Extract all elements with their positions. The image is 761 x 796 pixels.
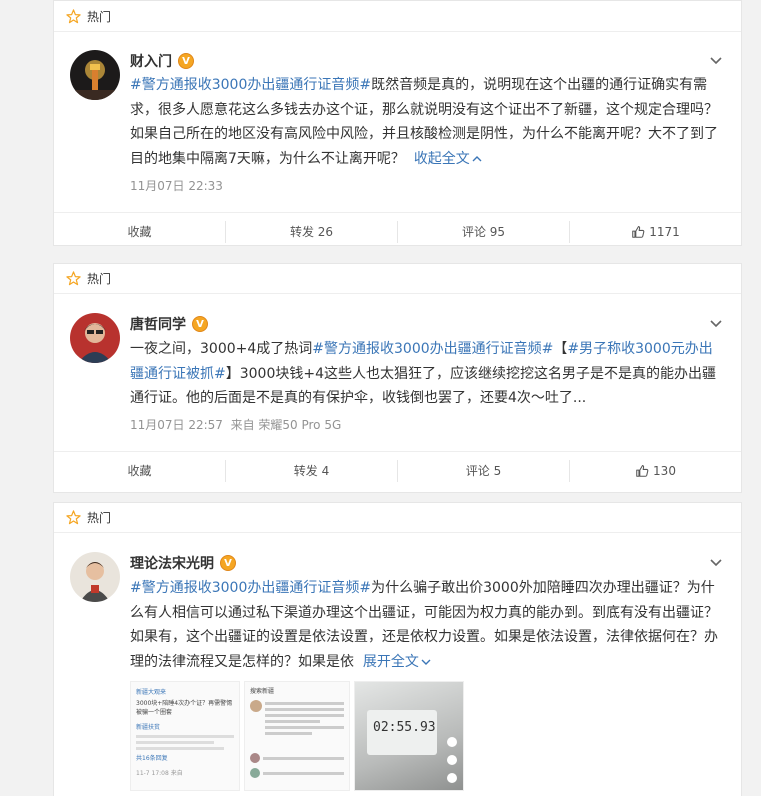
hot-label: 热门: [87, 272, 112, 286]
hot-header: 热门: [54, 503, 741, 533]
expand-text-link[interactable]: 展开全文: [363, 654, 431, 670]
hot-label: 热门: [87, 9, 112, 24]
topic-tag-link[interactable]: #警方通报收3000办出疆通行证音频#: [130, 580, 371, 596]
like-count: 130: [653, 463, 676, 478]
post-body: #警方通报收3000办出疆通行证音频#为什么骗子敢出价3000外加陪睡四次办理出…: [130, 576, 725, 674]
post-body: #警方通报收3000办出疆通行证音频#既然音频是真的，说明现在这个出疆的通行证确…: [130, 73, 725, 171]
like-button[interactable]: 130: [569, 459, 741, 482]
thumb-user: 新疆扶贫: [136, 724, 161, 731]
like-button[interactable]: 1171: [569, 220, 741, 243]
thumb-date: 11-7 17:08 来自: [136, 770, 183, 777]
comment-button[interactable]: 评论 95: [397, 220, 569, 243]
post-card: 热门 理论法宋光明 V #警方通报收3000办出疆通行证音频#为什么骗子敢出价3…: [53, 502, 742, 796]
expand-label[interactable]: 展开全文: [363, 654, 419, 670]
like-count: 1171: [649, 224, 680, 239]
post-card: 热门 财入门 V #警方通报收3000办出疆通行证音频#既然音频是真的，说明现在…: [53, 0, 742, 246]
collect-button[interactable]: 收藏: [54, 221, 225, 243]
post-time[interactable]: 11月07日 22:57: [130, 418, 223, 432]
comment-label: 评论 95: [461, 225, 506, 239]
hot-header: 热门: [54, 264, 741, 294]
hot-icon: [66, 510, 81, 525]
collapse-text-link[interactable]: 收起全文: [414, 151, 482, 167]
topic-tag-link[interactable]: #警方通报收3000办出疆通行证音频#: [130, 77, 371, 93]
repost-button[interactable]: 转发 4: [225, 459, 397, 482]
post-meta: 11月07日 22:33: [130, 177, 223, 194]
repost-button[interactable]: 转发 26: [225, 220, 397, 243]
repost-label: 转发 4: [293, 464, 330, 478]
thumb-title: 搜索新疆: [250, 688, 275, 695]
post-text-prefix: 一夜之间，3000+4成了热词: [130, 341, 313, 357]
verified-badge-icon: V: [192, 316, 208, 332]
collect-label: 收藏: [127, 464, 152, 478]
thumb-more: 共16条回复: [136, 755, 168, 762]
verified-badge-icon: V: [178, 53, 194, 69]
thumb-title: 新疆大观来: [136, 689, 167, 696]
post-body: 一夜之间，3000+4成了热词#警方通报收3000办出疆通行证音频#【#男子称收…: [130, 337, 725, 411]
comment-button[interactable]: 评论 5: [397, 459, 569, 482]
action-bar: 收藏 转发 26 评论 95 1171: [54, 212, 741, 250]
bracket-text: 【: [553, 341, 568, 357]
chevron-down-icon: [421, 659, 431, 665]
thumb-text: 3000块+陪睡4次办个证？再需警惕被骗一个圈套: [136, 700, 233, 716]
avatar[interactable]: [70, 313, 120, 363]
hot-header: 热门: [54, 1, 741, 32]
hot-label: 热门: [87, 511, 112, 525]
author-name-text[interactable]: 财入门: [130, 51, 172, 71]
post-card: 热门 唐哲同学 V 一夜之间，3000+4成了热词#警方通报收3000办出疆通行…: [53, 263, 742, 493]
author-name-text[interactable]: 理论法宋光明: [130, 553, 214, 573]
image-thumbnail[interactable]: 搜索新疆: [244, 681, 350, 791]
post-source: 来自 荣耀50 Pro 5G: [230, 418, 342, 432]
video-timer: 02:55.93: [373, 720, 436, 735]
post-meta: 11月07日 22:57 来自 荣耀50 Pro 5G: [130, 416, 341, 433]
verified-badge-icon: V: [220, 555, 236, 571]
chevron-down-icon[interactable]: [709, 558, 723, 568]
collect-button[interactable]: 收藏: [54, 460, 225, 482]
avatar[interactable]: [70, 50, 120, 100]
author-name[interactable]: 财入门 V: [130, 51, 194, 71]
chevron-down-icon[interactable]: [709, 319, 723, 329]
chevron-up-icon: [472, 155, 482, 161]
video-thumbnail[interactable]: 02:55.93: [354, 681, 464, 791]
collapse-label[interactable]: 收起全文: [414, 151, 470, 167]
hot-icon: [66, 8, 81, 23]
collect-label: 收藏: [127, 225, 152, 239]
author-name[interactable]: 理论法宋光明 V: [130, 553, 236, 573]
post-time[interactable]: 11月07日 22:33: [130, 179, 223, 193]
author-name[interactable]: 唐哲同学 V: [130, 314, 208, 334]
topic-tag-link[interactable]: #警方通报收3000办出疆通行证音频#: [312, 341, 553, 357]
author-name-text[interactable]: 唐哲同学: [130, 314, 186, 334]
image-gallery: 新疆大观来 3000块+陪睡4次办个证？再需警惕被骗一个圈套 新疆扶贫 共16条…: [130, 681, 464, 791]
comment-label: 评论 5: [465, 464, 502, 478]
avatar[interactable]: [70, 552, 120, 602]
image-thumbnail[interactable]: 新疆大观来 3000块+陪睡4次办个证？再需警惕被骗一个圈套 新疆扶贫 共16条…: [130, 681, 240, 791]
action-bar: 收藏 转发 4 评论 5 130: [54, 451, 741, 489]
chevron-down-icon[interactable]: [709, 56, 723, 66]
like-icon: [632, 225, 645, 238]
repost-label: 转发 26: [289, 225, 334, 239]
hot-icon: [66, 271, 81, 286]
like-icon: [636, 464, 649, 477]
